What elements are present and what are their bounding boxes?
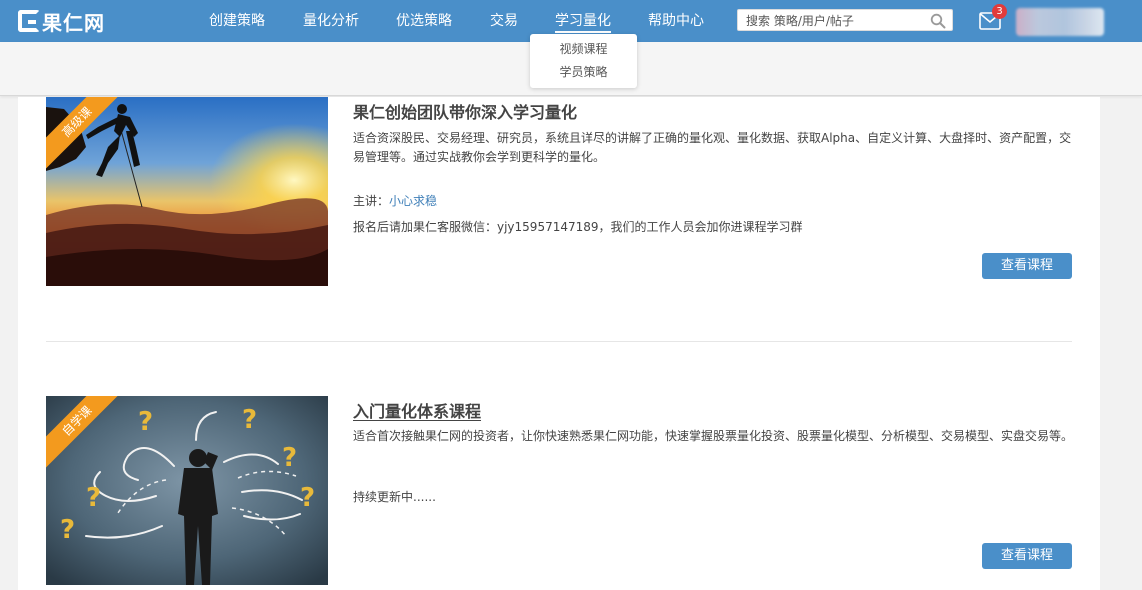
svg-text:?: ? bbox=[300, 483, 315, 513]
svg-text:?: ? bbox=[86, 483, 101, 513]
search-input[interactable] bbox=[738, 11, 918, 31]
logo-text: 果仁网 bbox=[42, 10, 105, 35]
site-logo[interactable]: 果仁网 bbox=[18, 8, 105, 35]
course-divider bbox=[46, 341, 1072, 342]
course-thumbnail[interactable]: 高级课 bbox=[46, 97, 328, 286]
course-title[interactable]: 果仁创始团队带你深入学习量化 bbox=[353, 99, 577, 123]
learn-quant-dropdown: 视频课程 学员策略 bbox=[530, 34, 637, 88]
course-item: ? ? ? ? ? ? 自学课 入门量化体系课程 适合首次接触果仁网的投资者，让… bbox=[46, 396, 1074, 590]
course-list-card: 高级课 果仁创始团队带你深入学习量化 适合资深股民、交易经理、研究员，系统且详尽… bbox=[18, 97, 1100, 590]
user-avatar[interactable] bbox=[1016, 8, 1104, 36]
svg-text:?: ? bbox=[242, 405, 257, 435]
search-icon[interactable] bbox=[930, 13, 946, 29]
course-note: 报名后请加果仁客服微信：yjy15957147189，我们的工作人员会加你进课程… bbox=[353, 220, 803, 234]
nav-create-strategy[interactable]: 创建策略 bbox=[209, 0, 265, 42]
unread-count-badge: 3 bbox=[992, 4, 1007, 19]
nav-selected-strategies[interactable]: 优选策略 bbox=[396, 0, 452, 42]
svg-text:?: ? bbox=[138, 407, 153, 437]
search-box bbox=[737, 9, 953, 31]
teacher-name-link[interactable]: 小心求稳 bbox=[389, 194, 437, 208]
course-teacher: 主讲：小心求稳 bbox=[353, 192, 437, 209]
dropdown-item-video-courses[interactable]: 视频课程 bbox=[530, 40, 637, 57]
course-note: 持续更新中...... bbox=[353, 490, 436, 504]
view-course-button[interactable]: 查看课程 bbox=[982, 253, 1072, 279]
course-title[interactable]: 入门量化体系课程 bbox=[353, 398, 481, 422]
course-thumbnail[interactable]: ? ? ? ? ? ? 自学课 bbox=[46, 396, 328, 585]
logo-icon bbox=[18, 10, 40, 32]
nav-help-center[interactable]: 帮助中心 bbox=[648, 0, 704, 42]
svg-text:?: ? bbox=[60, 515, 75, 545]
svg-text:?: ? bbox=[282, 443, 297, 473]
course-item: 高级课 果仁创始团队带你深入学习量化 适合资深股民、交易经理、研究员，系统且详尽… bbox=[46, 97, 1072, 287]
course-description: 适合资深股民、交易经理、研究员，系统且详尽的讲解了正确的量化观、量化数据、获取A… bbox=[353, 131, 1072, 164]
nav-quant-analysis[interactable]: 量化分析 bbox=[303, 0, 359, 42]
course-description: 适合首次接触果仁网的投资者，让你快速熟悉果仁网功能，快速掌握股票量化投资、股票量… bbox=[353, 429, 1074, 443]
dropdown-item-student-strategies[interactable]: 学员策略 bbox=[530, 63, 637, 80]
nav-trading[interactable]: 交易 bbox=[490, 0, 518, 42]
teacher-label: 主讲： bbox=[353, 194, 390, 208]
view-course-button[interactable]: 查看课程 bbox=[982, 543, 1072, 569]
